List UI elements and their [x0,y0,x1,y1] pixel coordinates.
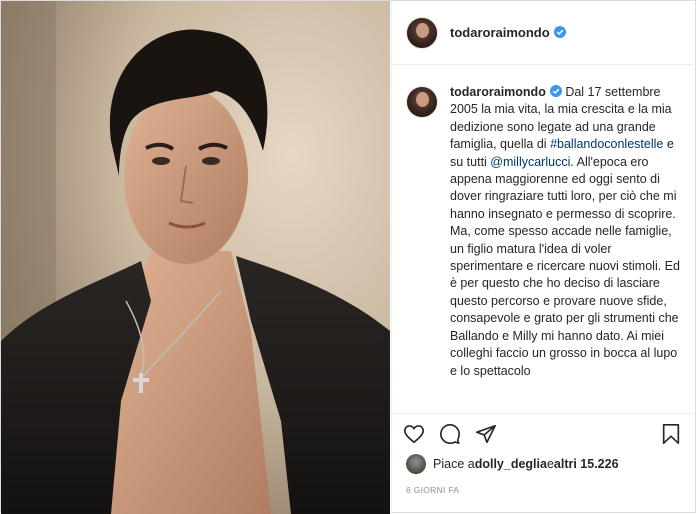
caption-comment: todaroraimondo Dal 17 settembre 2005 la … [406,84,683,380]
verified-badge-icon [549,85,562,97]
author-avatar[interactable] [406,16,438,49]
comment-icon [440,423,460,444]
likes-middle: e [546,457,554,471]
action-bar [392,413,696,453]
verified-badge-icon [553,26,566,38]
post-sidebar: todaroraimondo todaroraimondo Dal 17 set… [391,1,696,514]
post-photo[interactable] [1,1,390,514]
likes-summary[interactable]: Piace a dolly_deglia e altri 15.226 [406,453,619,475]
mention-link[interactable]: @millycarlucci [490,155,570,169]
liker-username[interactable]: dolly_deglia [475,457,547,471]
bookmark-icon [662,423,680,444]
caption-paragraph: Ma, come spesso accade nelle famiglie, u… [450,223,683,380]
like-button[interactable] [402,422,426,446]
save-button[interactable] [659,422,683,446]
heart-icon [404,424,424,443]
comments-section[interactable]: todaroraimondo Dal 17 settembre 2005 la … [392,66,696,412]
comment-button[interactable] [438,422,462,446]
author-username-text[interactable]: todaroraimondo [450,25,550,40]
post-header: todaroraimondo [392,1,696,65]
caption-body: Dal 17 settembre 2005 la mia vita, la mi… [450,85,683,380]
share-icon [476,424,496,443]
caption-username[interactable]: todaroraimondo [450,85,546,99]
likes-prefix: Piace a [433,457,475,471]
share-button[interactable] [474,422,498,446]
hashtag-link[interactable]: #ballandoconlestelle [550,137,663,151]
caption-author-avatar[interactable] [406,86,438,118]
post-timestamp[interactable]: 6 GIORNI FA [406,485,459,495]
instagram-post: todaroraimondo todaroraimondo Dal 17 set… [0,0,696,514]
caption-segment: Ma, come spesso accade nelle famiglie, u… [450,224,680,378]
caption-text: todaroraimondo Dal 17 settembre 2005 la … [450,84,683,380]
likes-count[interactable]: altri 15.226 [554,457,619,471]
portrait-image [1,1,390,514]
liker-avatar[interactable] [406,454,426,474]
author-username[interactable]: todaroraimondo [450,25,566,40]
caption-paragraph: Dal 17 settembre 2005 la mia vita, la mi… [450,85,676,221]
